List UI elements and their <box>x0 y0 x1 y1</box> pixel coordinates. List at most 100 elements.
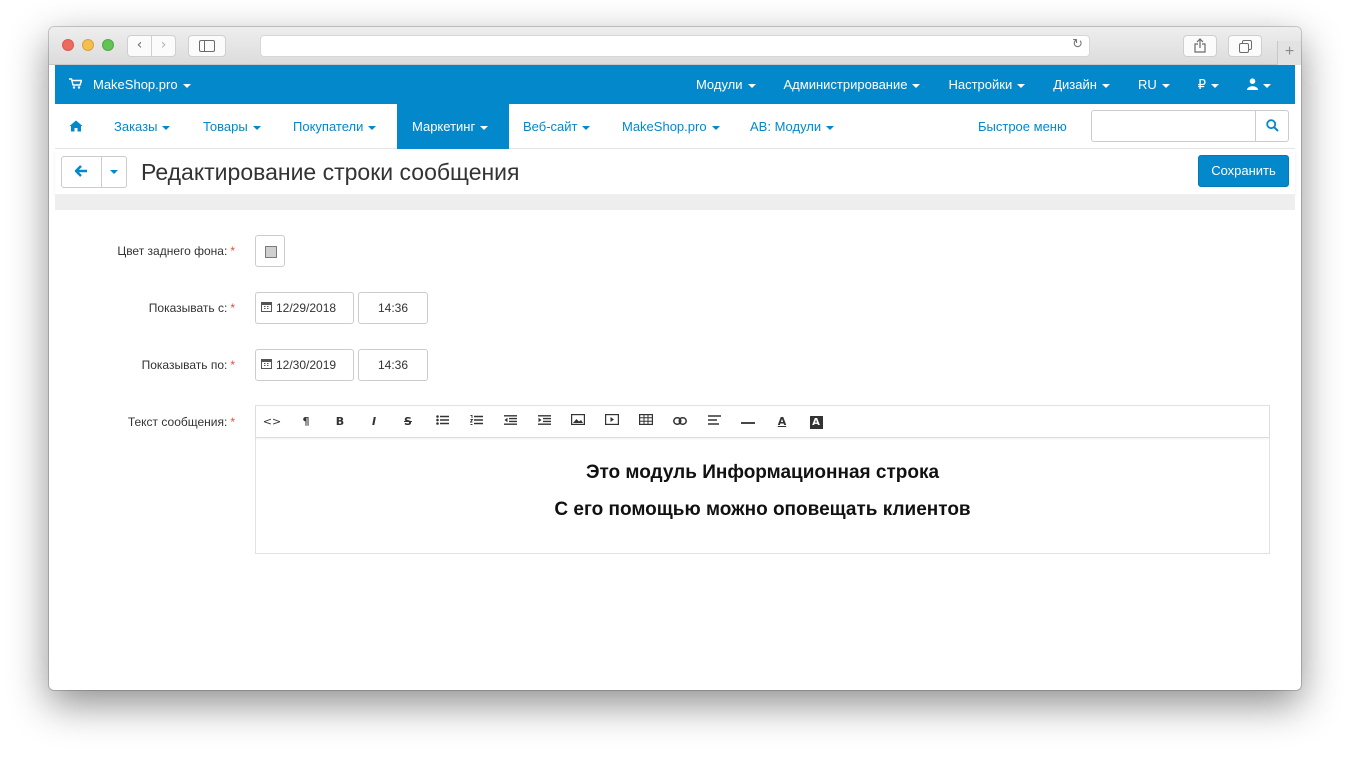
nav-products[interactable]: Товары <box>203 104 261 149</box>
ordered-list-icon <box>469 415 483 425</box>
browser-window: ‹ › ↻ + MakeShop.pro Модули Администриро… <box>49 27 1301 690</box>
ordered-list-button[interactable] <box>461 406 491 438</box>
bold-button[interactable]: B <box>325 406 355 438</box>
save-button[interactable]: Сохранить <box>1198 155 1289 187</box>
topnav-administration-label: Администрирование <box>783 77 908 92</box>
caret-down-icon <box>1263 83 1271 88</box>
nav-makeshop[interactable]: MakeShop.pro <box>622 104 720 149</box>
minimize-window-button[interactable] <box>82 39 94 51</box>
nav-products-label: Товары <box>203 119 248 134</box>
brand-menu[interactable]: MakeShop.pro <box>69 65 191 104</box>
quick-menu-link[interactable]: Быстрое меню <box>978 104 1067 149</box>
nav-orders-label: Заказы <box>114 119 158 134</box>
unordered-list-button[interactable] <box>427 406 457 438</box>
browser-sidebar-button[interactable] <box>188 35 226 57</box>
nav-makeshop-label: MakeShop.pro <box>622 119 707 134</box>
back-button-group <box>61 156 127 188</box>
nav-marketing[interactable]: Маркетинг <box>397 104 509 149</box>
topnav-administration[interactable]: Администрирование <box>770 65 935 104</box>
caret-down-icon <box>826 125 835 130</box>
top-bar: MakeShop.pro Модули Администрирование На… <box>55 65 1295 104</box>
search-icon <box>1265 119 1279 132</box>
browser-titlebar: ‹ › ↻ + <box>49 27 1301 65</box>
reload-icon[interactable]: ↻ <box>1072 37 1083 52</box>
nav-marketing-label: Маркетинг <box>412 119 476 134</box>
bg-color-label: Цвет заднего фона: * <box>117 244 235 258</box>
topnav-design[interactable]: Дизайн <box>1039 65 1124 104</box>
nav-ab-modules[interactable]: АВ: Модули <box>750 104 835 149</box>
insert-video-button[interactable] <box>597 406 627 438</box>
search-input[interactable] <box>1092 111 1256 141</box>
search-box <box>1091 110 1289 142</box>
caret-down-icon <box>1101 83 1110 88</box>
format-button[interactable]: ¶ <box>291 406 321 438</box>
topnav-currency-label: ₽ <box>1197 77 1206 92</box>
indent-button[interactable] <box>529 406 559 438</box>
caret-down-icon <box>912 83 921 88</box>
required-mark: * <box>230 415 235 429</box>
topnav-settings[interactable]: Настройки <box>934 65 1039 104</box>
strikethrough-button[interactable]: S <box>393 406 423 438</box>
search-button[interactable] <box>1255 111 1288 141</box>
topnav-user[interactable] <box>1233 65 1285 104</box>
editor-body[interactable]: Это модуль Информационная строка С его п… <box>256 439 1269 553</box>
chevron-right-icon: › <box>160 37 167 53</box>
tabs-overview-button[interactable] <box>1228 35 1262 57</box>
show-to-date-input[interactable]: 12/30/2019 <box>255 349 354 381</box>
back-dropdown-button[interactable] <box>102 157 126 187</box>
main-nav: Заказы Товары Покупатели Маркетинг Веб-с… <box>55 104 1295 149</box>
cart-icon <box>69 66 83 105</box>
back-button[interactable] <box>62 157 102 187</box>
message-editor: <> ¶ B I S A A Это модуль Информационная… <box>255 405 1270 554</box>
nav-orders[interactable]: Заказы <box>114 104 171 149</box>
horizontal-rule-icon <box>741 422 755 424</box>
nav-customers[interactable]: Покупатели <box>293 104 377 149</box>
topnav-modules[interactable]: Модули <box>682 65 770 104</box>
page-header: Редактирование строки сообщения Сохранит… <box>55 150 1295 194</box>
share-button[interactable] <box>1183 35 1217 57</box>
background-color-icon: A <box>809 416 823 429</box>
home-icon <box>69 120 83 132</box>
nav-website[interactable]: Веб-сайт <box>523 104 591 149</box>
html-code-button[interactable]: <> <box>257 406 287 438</box>
message-label-text: Текст сообщения: <box>127 415 228 429</box>
close-window-button[interactable] <box>62 39 74 51</box>
show-from-label-text: Показывать с: <box>148 301 228 315</box>
show-from-time-input[interactable]: 14:36 <box>358 292 428 324</box>
insert-image-button[interactable] <box>563 406 593 438</box>
background-color-button[interactable]: A <box>801 406 831 438</box>
form-content: Цвет заднего фона: * Показывать с: * 12/29… <box>55 210 1295 690</box>
caret-down-icon <box>711 125 720 130</box>
topnav-language[interactable]: RU <box>1124 65 1184 104</box>
insert-table-button[interactable] <box>631 406 661 438</box>
browser-back-button[interactable]: ‹ <box>127 35 152 57</box>
tabs-icon <box>1238 40 1252 53</box>
address-bar[interactable]: ↻ <box>260 35 1090 57</box>
caret-down-icon <box>1017 83 1026 88</box>
outdent-button[interactable] <box>495 406 525 438</box>
message-line-1: Это модуль Информационная строка <box>585 462 940 483</box>
topnav-currency[interactable]: ₽ <box>1184 65 1233 104</box>
show-to-label: Показывать по: * <box>142 358 235 372</box>
italic-button[interactable]: I <box>359 406 389 438</box>
alignment-button[interactable] <box>699 406 729 438</box>
caret-down-icon <box>110 169 118 174</box>
insert-link-button[interactable] <box>665 406 695 438</box>
app: MakeShop.pro Модули Администрирование На… <box>55 65 1295 690</box>
show-to-time-input[interactable]: 14:36 <box>358 349 428 381</box>
horizontal-rule-button[interactable] <box>733 406 763 438</box>
plus-icon: + <box>1284 43 1295 60</box>
calendar-icon <box>261 294 272 323</box>
caret-down-icon <box>747 83 756 88</box>
paragraph-icon: ¶ <box>302 415 310 428</box>
zoom-window-button[interactable] <box>102 39 114 51</box>
bg-color-picker[interactable] <box>255 235 285 267</box>
new-tab-button[interactable]: + <box>1277 41 1301 65</box>
show-from-date-input[interactable]: 12/29/2018 <box>255 292 354 324</box>
align-left-icon <box>707 415 721 425</box>
font-color-button[interactable]: A <box>767 406 797 438</box>
sidebar-icon <box>199 40 215 52</box>
nav-ab-modules-label: АВ: Модули <box>750 119 822 134</box>
browser-forward-button[interactable]: › <box>151 35 176 57</box>
home-button[interactable] <box>69 104 83 149</box>
